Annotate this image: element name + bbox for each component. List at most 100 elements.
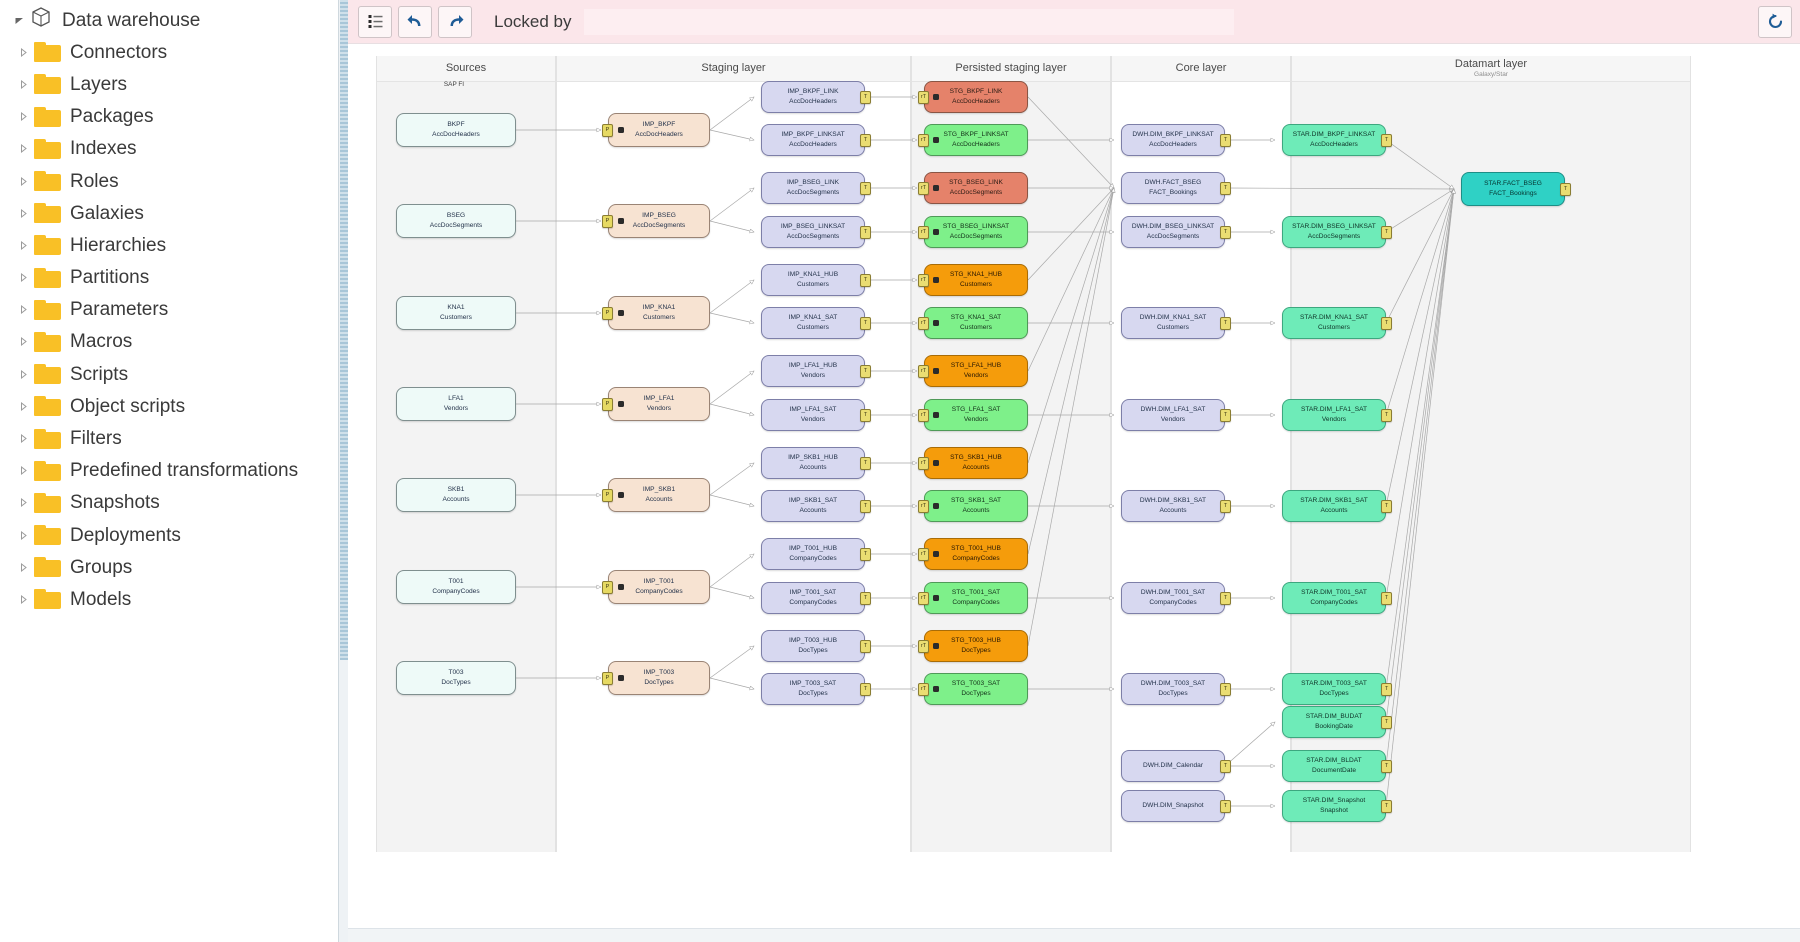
expand-triangle-icon[interactable] bbox=[8, 15, 30, 26]
node-c_snapshot[interactable]: DWH.DIM_Snapshot bbox=[1121, 790, 1225, 822]
node-s_bkpf_link[interactable]: STG_BKPF_LINK AccDocHeaders bbox=[924, 81, 1028, 113]
node-chip-s_bkpf_link-left[interactable]: rT bbox=[918, 90, 929, 104]
node-chip-c_calendar-right[interactable]: T bbox=[1220, 759, 1231, 773]
expand-triangle-icon[interactable] bbox=[12, 273, 34, 283]
node-i_t003_sat[interactable]: IMP_T003_SAT DocTypes bbox=[761, 673, 865, 705]
expand-triangle-icon[interactable] bbox=[12, 466, 34, 476]
node-chip-d_t001_sat-right[interactable]: T bbox=[1381, 591, 1392, 605]
node-chip-s_kna1_sat-left[interactable]: rT bbox=[918, 316, 929, 330]
sidebar-item-macros[interactable]: Macros bbox=[0, 326, 348, 358]
node-i_lfa1_hub[interactable]: IMP_LFA1_HUB Vendors bbox=[761, 355, 865, 387]
node-chip-c_fact_bseg-right[interactable]: T bbox=[1220, 181, 1231, 195]
node-chip-imp_t001-left[interactable]: P bbox=[602, 580, 613, 594]
node-chip-i_kna1_hub-right[interactable]: T bbox=[860, 273, 871, 287]
node-chip-d_snapshot-right[interactable]: T bbox=[1381, 799, 1392, 813]
node-chip-d_bkpf_linksat-right[interactable]: T bbox=[1381, 133, 1392, 147]
node-chip-i_kna1_sat-right[interactable]: T bbox=[860, 316, 871, 330]
tree-root-data-warehouse[interactable]: Data warehouse bbox=[0, 4, 348, 36]
node-d_bldat[interactable]: STAR.DIM_BLDAT DocumentDate bbox=[1282, 750, 1386, 782]
canvas-horizontal-scrollbar[interactable] bbox=[348, 928, 1800, 942]
sidebar-item-object-scripts[interactable]: Object scripts bbox=[0, 390, 348, 422]
expand-triangle-icon[interactable] bbox=[12, 144, 34, 154]
node-s_t001_sat[interactable]: STG_T001_SAT CompanyCodes bbox=[924, 582, 1028, 614]
node-chip-d_kna1_sat-right[interactable]: T bbox=[1381, 316, 1392, 330]
node-src_bseg[interactable]: BSEG AccDocSegments bbox=[396, 204, 516, 238]
node-chip-s_t001_hub-left[interactable]: rT bbox=[918, 547, 929, 561]
expand-triangle-icon[interactable] bbox=[12, 240, 34, 250]
node-chip-c_snapshot-right[interactable]: T bbox=[1220, 799, 1231, 813]
node-chip-imp_t003-left[interactable]: P bbox=[602, 671, 613, 685]
node-chip-c_t003_sat-right[interactable]: T bbox=[1220, 682, 1231, 696]
sidebar-item-predefined-transformations[interactable]: Predefined transformations bbox=[0, 455, 348, 487]
node-chip-c_skb1_sat-right[interactable]: T bbox=[1220, 499, 1231, 513]
sidebar-item-filters[interactable]: Filters bbox=[0, 422, 348, 454]
node-i_skb1_hub[interactable]: IMP_SKB1_HUB Accounts bbox=[761, 447, 865, 479]
node-s_bkpf_linksat[interactable]: STG_BKPF_LINKSAT AccDocHeaders bbox=[924, 124, 1028, 156]
node-chip-s_kna1_hub-left[interactable]: rT bbox=[918, 273, 929, 287]
node-i_kna1_hub[interactable]: IMP_KNA1_HUB Customers bbox=[761, 264, 865, 296]
expand-triangle-icon[interactable] bbox=[12, 208, 34, 218]
node-src_kna1[interactable]: KNA1 Customers bbox=[396, 296, 516, 330]
node-chip-d_budat-right[interactable]: T bbox=[1381, 715, 1392, 729]
sidebar-scrollbar[interactable] bbox=[338, 0, 348, 942]
list-view-button[interactable] bbox=[358, 5, 392, 38]
sidebar-item-scripts[interactable]: Scripts bbox=[0, 358, 348, 390]
expand-triangle-icon[interactable] bbox=[12, 562, 34, 572]
node-i_t001_hub[interactable]: IMP_T001_HUB CompanyCodes bbox=[761, 538, 865, 570]
locked-by-input[interactable] bbox=[583, 8, 1234, 35]
node-i_t001_sat[interactable]: IMP_T001_SAT CompanyCodes bbox=[761, 582, 865, 614]
node-chip-d_t003_sat-right[interactable]: T bbox=[1381, 682, 1392, 696]
node-i_t003_hub[interactable]: IMP_T003_HUB DocTypes bbox=[761, 630, 865, 662]
sidebar-scrollbar-thumb[interactable] bbox=[340, 0, 348, 660]
sidebar-item-hierarchies[interactable]: Hierarchies bbox=[0, 229, 348, 261]
sidebar-item-connectors[interactable]: Connectors bbox=[0, 36, 348, 68]
expand-triangle-icon[interactable] bbox=[12, 401, 34, 411]
node-chip-s_bseg_linksat-left[interactable]: rT bbox=[918, 225, 929, 239]
node-chip-i_skb1_sat-right[interactable]: T bbox=[860, 499, 871, 513]
sidebar-item-parameters[interactable]: Parameters bbox=[0, 294, 348, 326]
node-i_bkpf_linksat[interactable]: IMP_BKPF_LINKSAT AccDocHeaders bbox=[761, 124, 865, 156]
node-chip-imp_bseg-left[interactable]: P bbox=[602, 214, 613, 228]
sidebar-item-packages[interactable]: Packages bbox=[0, 101, 348, 133]
node-chip-c_kna1_sat-right[interactable]: T bbox=[1220, 316, 1231, 330]
node-chip-s_lfa1_hub-left[interactable]: rT bbox=[918, 364, 929, 378]
node-s_bseg_link[interactable]: STG_BSEG_LINK AccDocSegments bbox=[924, 172, 1028, 204]
sidebar-item-layers[interactable]: Layers bbox=[0, 68, 348, 100]
node-d_budat[interactable]: STAR.DIM_BUDAT BookingDate bbox=[1282, 706, 1386, 738]
node-chip-i_bseg_link-right[interactable]: T bbox=[860, 181, 871, 195]
node-chip-d_lfa1_sat-right[interactable]: T bbox=[1381, 408, 1392, 422]
expand-triangle-icon[interactable] bbox=[12, 112, 34, 122]
node-c_calendar[interactable]: DWH.DIM_Calendar bbox=[1121, 750, 1225, 782]
node-chip-i_skb1_hub-right[interactable]: T bbox=[860, 456, 871, 470]
node-chip-i_lfa1_sat-right[interactable]: T bbox=[860, 408, 871, 422]
expand-triangle-icon[interactable] bbox=[12, 434, 34, 444]
node-c_t001_sat[interactable]: DWH.DIM_T001_SAT CompanyCodes bbox=[1121, 582, 1225, 614]
node-src_bkpf[interactable]: BKPF AccDocHeaders bbox=[396, 113, 516, 147]
node-chip-i_bkpf_link-right[interactable]: T bbox=[860, 90, 871, 104]
node-chip-d_bseg_linksat-right[interactable]: T bbox=[1381, 225, 1392, 239]
node-chip-s_bkpf_linksat-left[interactable]: rT bbox=[918, 133, 929, 147]
node-chip-s_lfa1_sat-left[interactable]: rT bbox=[918, 408, 929, 422]
undo-button[interactable] bbox=[398, 5, 432, 38]
sidebar-item-indexes[interactable]: Indexes bbox=[0, 133, 348, 165]
sidebar-item-partitions[interactable]: Partitions bbox=[0, 262, 348, 294]
node-d_kna1_sat[interactable]: STAR.DIM_KNA1_SAT Customers bbox=[1282, 307, 1386, 339]
expand-triangle-icon[interactable] bbox=[12, 498, 34, 508]
node-chip-imp_bkpf-left[interactable]: P bbox=[602, 123, 613, 137]
node-s_lfa1_sat[interactable]: STG_LFA1_SAT Vendors bbox=[924, 399, 1028, 431]
node-s_kna1_sat[interactable]: STG_KNA1_SAT Customers bbox=[924, 307, 1028, 339]
node-src_t003[interactable]: T003 DocTypes bbox=[396, 661, 516, 695]
node-c_fact_bseg[interactable]: DWH.FACT_BSEG FACT_Bookings bbox=[1121, 172, 1225, 204]
node-d_t001_sat[interactable]: STAR.DIM_T001_SAT CompanyCodes bbox=[1282, 582, 1386, 614]
node-chip-c_bseg_linksat-right[interactable]: T bbox=[1220, 225, 1231, 239]
refresh-button[interactable] bbox=[1758, 5, 1792, 38]
node-chip-d_bldat-right[interactable]: T bbox=[1381, 759, 1392, 773]
node-chip-c_lfa1_sat-right[interactable]: T bbox=[1220, 408, 1231, 422]
node-s_t003_sat[interactable]: STG_T003_SAT DocTypes bbox=[924, 673, 1028, 705]
node-d_bkpf_linksat[interactable]: STAR.DIM_BKPF_LINKSAT AccDocHeaders bbox=[1282, 124, 1386, 156]
node-chip-s_skb1_hub-left[interactable]: rT bbox=[918, 456, 929, 470]
expand-triangle-icon[interactable] bbox=[12, 176, 34, 186]
node-c_kna1_sat[interactable]: DWH.DIM_KNA1_SAT Customers bbox=[1121, 307, 1225, 339]
node-s_t003_hub[interactable]: STG_T003_HUB DocTypes bbox=[924, 630, 1028, 662]
node-chip-d_skb1_sat-right[interactable]: T bbox=[1381, 499, 1392, 513]
